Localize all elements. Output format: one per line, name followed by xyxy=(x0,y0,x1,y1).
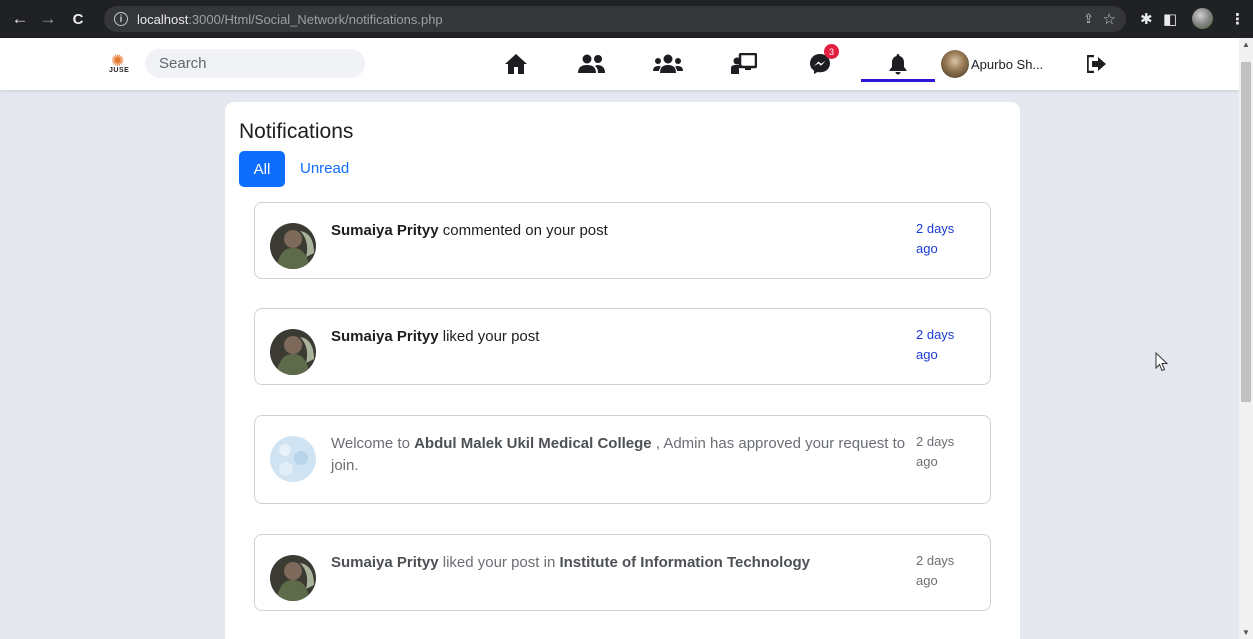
nav-pages[interactable] xyxy=(726,51,762,77)
active-tab-indicator xyxy=(861,79,935,82)
bell-icon xyxy=(889,54,907,75)
browser-chrome: ← → C i localhost:3000/Html/Social_Netwo… xyxy=(0,0,1253,38)
groups-icon xyxy=(653,54,683,73)
nav-messenger[interactable]: 3 xyxy=(802,44,839,77)
notification-group-avatar xyxy=(270,436,316,482)
tab-all[interactable]: All xyxy=(239,151,285,187)
share-icon[interactable]: ⇪ xyxy=(1083,11,1094,27)
nav-logout[interactable] xyxy=(1079,51,1115,77)
messenger-badge: 3 xyxy=(824,44,839,59)
notification-time: 2 days ago xyxy=(916,553,955,588)
scrollbar-thumb[interactable] xyxy=(1241,62,1251,402)
forward-arrow-icon[interactable]: → xyxy=(37,9,59,29)
nav-home[interactable] xyxy=(498,51,534,77)
nav-notifications[interactable] xyxy=(880,51,916,77)
notification-message: Sumaiya Prityy liked your post in Instit… xyxy=(331,554,811,571)
user-profile-link[interactable]: Apurbo Sh... xyxy=(941,50,1043,78)
notification-item[interactable]: Welcome to Abdul Malek Ukil Medical Coll… xyxy=(254,415,991,504)
tab-unread[interactable]: Unread xyxy=(300,160,349,177)
notification-item[interactable]: Sumaiya Prityy liked your post 2 days ago xyxy=(254,308,991,385)
bookmark-star-icon[interactable]: ☆ xyxy=(1103,10,1116,28)
notification-item[interactable]: Sumaiya Prityy liked your post in Instit… xyxy=(254,534,991,611)
notification-message: Sumaiya Prityy commented on your post xyxy=(331,222,608,239)
notification-message: Sumaiya Prityy liked your post xyxy=(331,328,540,345)
address-bar[interactable]: i localhost:3000/Html/Social_Network/not… xyxy=(104,6,1126,32)
browser-menu-icon[interactable]: ⋮ xyxy=(1230,10,1245,28)
notification-avatar xyxy=(270,223,316,269)
notification-message: Welcome to Abdul Malek Ukil Medical Coll… xyxy=(331,435,906,474)
url-text: localhost:3000/Html/Social_Network/notif… xyxy=(137,11,443,27)
side-panel-icon[interactable]: ◧ xyxy=(1163,10,1177,28)
page-title: Notifications xyxy=(239,120,354,143)
notification-item[interactable]: Sumaiya Prityy commented on your post 2 … xyxy=(254,202,991,279)
notification-time: 2 days ago xyxy=(916,434,955,469)
pages-icon xyxy=(731,53,757,74)
extensions-puzzle-icon[interactable]: ✱ xyxy=(1140,10,1153,28)
scroll-up-icon[interactable]: ▲ xyxy=(1242,40,1250,49)
browser-profile-avatar[interactable] xyxy=(1192,8,1213,29)
top-navbar: ✺ JUSE Search 3 Apurbo Sh... xyxy=(0,38,1239,90)
mouse-cursor-icon xyxy=(1155,352,1169,372)
home-icon xyxy=(505,54,527,74)
logout-icon xyxy=(1087,55,1106,73)
reload-icon[interactable]: C xyxy=(67,11,89,28)
notification-time: 2 days ago xyxy=(916,221,955,256)
search-input[interactable] xyxy=(145,49,365,78)
user-avatar xyxy=(941,50,969,78)
notifications-card: Notifications All Unread Sumaiya Prityy … xyxy=(225,102,1020,639)
nav-friends[interactable] xyxy=(574,51,610,77)
notification-avatar xyxy=(270,329,316,375)
nav-groups[interactable] xyxy=(650,51,686,77)
logo-text: JUSE xyxy=(109,67,130,74)
notification-avatar xyxy=(270,555,316,601)
page-scrollbar[interactable]: ▲ ▼ xyxy=(1239,38,1253,639)
friends-icon xyxy=(578,54,605,73)
scroll-down-icon[interactable]: ▼ xyxy=(1242,628,1250,637)
user-name: Apurbo Sh... xyxy=(971,56,1044,72)
notification-time: 2 days ago xyxy=(916,327,955,362)
site-info-icon[interactable]: i xyxy=(114,12,128,26)
back-arrow-icon[interactable]: ← xyxy=(9,9,31,29)
site-logo[interactable]: ✺ JUSE xyxy=(108,51,132,77)
